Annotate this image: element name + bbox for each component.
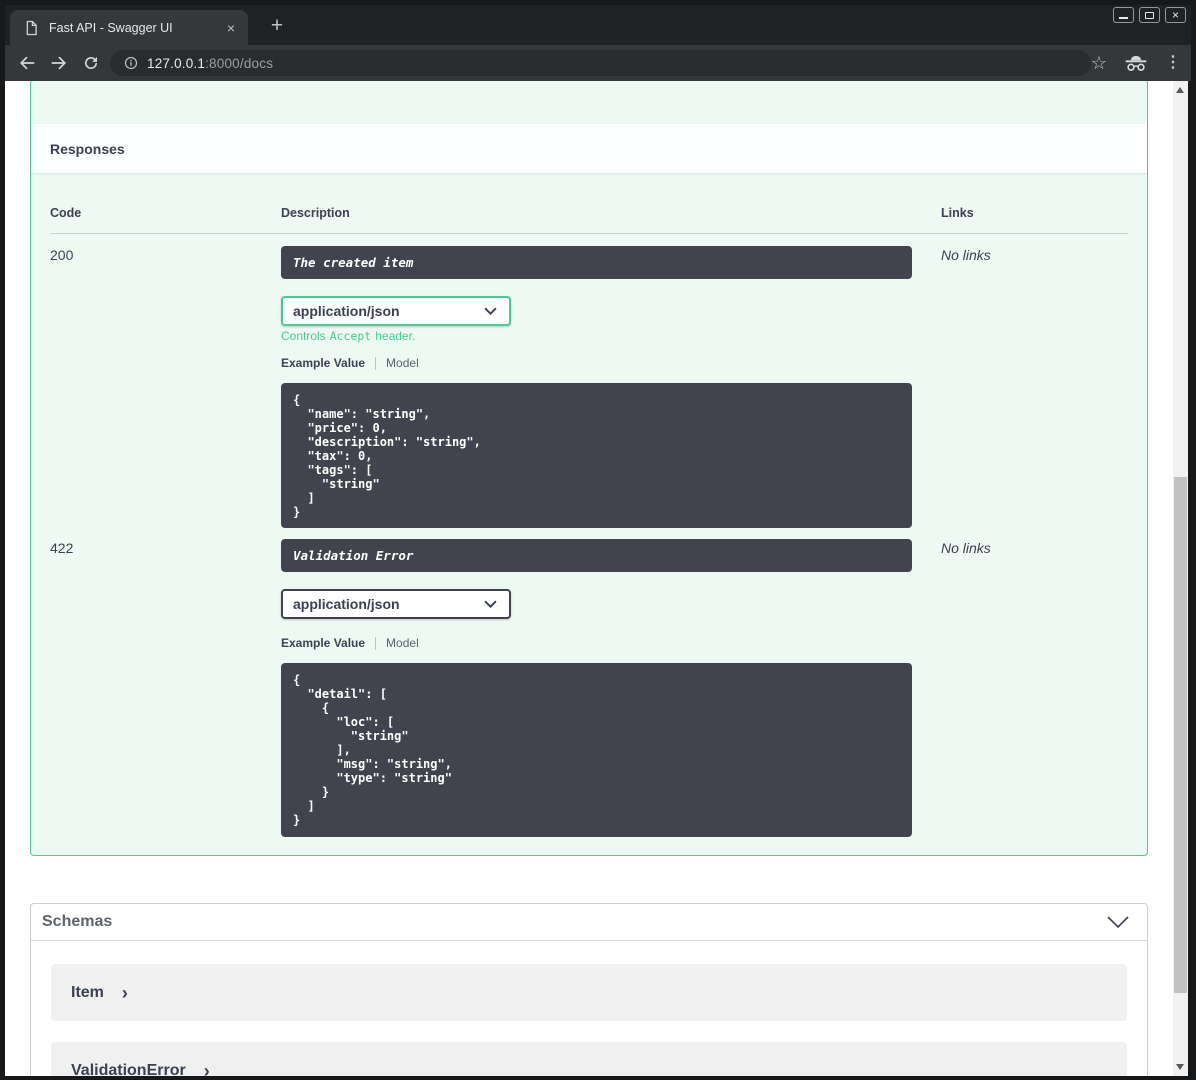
tab-strip: Fast API - Swagger UI × + × [5,5,1191,45]
response-links-200: No links [941,247,991,263]
maximize-button[interactable] [1139,7,1160,23]
tab-example-value[interactable]: Example Value [281,636,365,650]
maximize-icon [1145,11,1154,19]
url-text: 127.0.0.1:8000/docs [147,56,273,71]
example-json-422-code: { "detail": [ { "loc": [ "string" ], "ms… [293,673,452,827]
browser-tab[interactable]: Fast API - Swagger UI × [10,10,248,45]
close-icon: × [1171,8,1179,22]
forward-button[interactable] [43,48,75,78]
page-scrollbar[interactable] [1173,81,1188,1076]
toolbar-actions: ☆ ⋮ [1091,45,1181,81]
example-model-tabs-200: Example Value Model [281,356,419,370]
expand-chevron-icon: › [121,982,128,1003]
media-type-value: application/json [293,596,400,612]
reload-button[interactable] [75,48,107,78]
col-header-links: Links [941,206,974,220]
browser-toolbar: 127.0.0.1:8000/docs ☆ ⋮ [5,45,1191,81]
example-model-tabs-422: Example Value Model [281,636,419,650]
response-code-422: 422 [50,540,74,556]
scroll-down-arrow-icon[interactable] [1176,1064,1184,1070]
response-code-200: 200 [50,247,74,263]
media-type-select-422[interactable]: application/json [281,589,511,619]
expand-chevron-icon: › [203,1060,210,1077]
schemas-header[interactable]: Schemas [31,904,1147,941]
chevron-down-icon [484,600,497,608]
col-header-description: Description [281,206,350,220]
bookmark-star-icon[interactable]: ☆ [1091,54,1107,72]
minimize-icon [1119,17,1128,19]
example-json-200-code: { "name": "string", "price": 0, "descrip… [293,393,481,519]
url-path: :8000/docs [205,55,274,71]
tab-divider [375,636,377,650]
schemas-title: Schemas [42,913,113,930]
model-item[interactable]: Item › [51,964,1127,1021]
responses-title: Responses [50,140,125,157]
col-header-code: Code [50,206,82,220]
model-validationerror[interactable]: ValidationError › [51,1042,1127,1076]
back-button[interactable] [11,48,43,78]
tab-example-value[interactable]: Example Value [281,356,365,370]
tab-title: Fast API - Swagger UI [49,20,173,35]
new-tab-button[interactable]: + [263,13,291,41]
response-description-200: The created item [281,246,912,279]
table-header-divider [50,233,1128,234]
response-description-422: Validation Error [281,539,912,572]
scrollbar-thumb[interactable] [1174,477,1187,993]
example-json-200: { "name": "string", "price": 0, "descrip… [281,383,912,528]
window-controls: × [1113,7,1186,23]
close-button[interactable]: × [1165,7,1186,23]
media-type-value: application/json [293,303,400,319]
collapse-chevron-icon[interactable] [1107,915,1129,929]
schemas-section: Schemas Item › ValidationError › [30,903,1148,1076]
tab-close-icon[interactable]: × [224,21,238,35]
menu-dots-icon[interactable]: ⋮ [1165,55,1181,71]
page-favicon-icon [25,20,38,36]
controls-accept-note: Controls Accept header. [281,329,416,343]
tab-model[interactable]: Model [386,636,419,650]
example-json-422: { "detail": [ { "loc": [ "string" ], "ms… [281,663,912,837]
media-type-select-200[interactable]: application/json [281,296,511,326]
operation-block: Responses Code Description Links 200 No … [30,81,1148,856]
url-bar[interactable]: 127.0.0.1:8000/docs [110,50,1091,76]
chevron-down-icon [484,307,497,315]
minimize-button[interactable] [1113,7,1134,23]
site-info-icon[interactable] [124,56,138,70]
scroll-up-arrow-icon[interactable] [1176,87,1184,93]
url-host: 127.0.0.1 [147,55,206,71]
tab-divider [375,356,377,370]
responses-section-header: Responses [31,123,1147,173]
response-links-422: No links [941,540,991,556]
page-viewport: Responses Code Description Links 200 No … [5,81,1188,1076]
tab-model[interactable]: Model [386,356,419,370]
incognito-icon [1124,55,1148,72]
